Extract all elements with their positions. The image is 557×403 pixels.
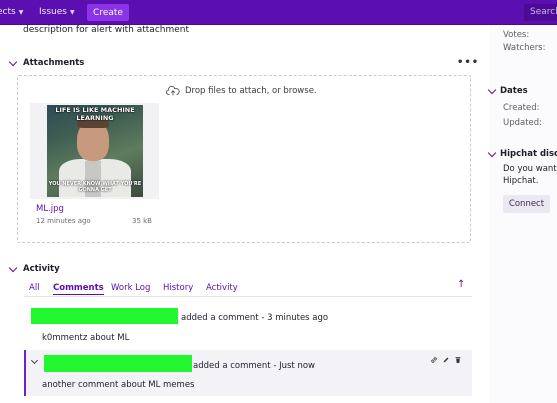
redacted-author-name bbox=[44, 355, 192, 372]
delete-icon[interactable] bbox=[454, 356, 462, 364]
updated-label: Updated: bbox=[503, 118, 543, 128]
activity-heading: Activity bbox=[23, 264, 60, 274]
nav-issues-menu[interactable]: Issues ▼ bbox=[39, 7, 75, 17]
cloud-upload-icon bbox=[166, 85, 180, 96]
attachment-age: 12 minutes ago bbox=[36, 217, 91, 225]
hipchat-heading: Hipchat discu bbox=[500, 149, 557, 159]
nav-projects-menu[interactable]: ects ▼ bbox=[0, 7, 23, 17]
attachment-size: 35 kB bbox=[132, 217, 152, 225]
meme-caption-bottom: YOU NEVER KNOW WHAT YOU'RE GONNA GET bbox=[48, 181, 142, 193]
top-navigation-bar: ects ▼ Issues ▼ Create Search bbox=[0, 0, 557, 25]
meme-image: LIFE IS LIKE MACHINE LEARNING YOU NEVER … bbox=[47, 105, 143, 197]
chevron-down-icon bbox=[487, 85, 497, 94]
hipchat-text-line2: Hipchat. bbox=[503, 176, 539, 186]
votes-label: Votes: bbox=[503, 30, 530, 40]
comment-body: another comment about ML memes bbox=[42, 380, 195, 390]
comment-header: added a comment - 3 minutes ago bbox=[181, 313, 329, 323]
comment-actions bbox=[430, 356, 462, 364]
chevron-down-icon bbox=[487, 148, 497, 157]
create-button[interactable]: Create bbox=[87, 4, 129, 21]
hipchat-text-line1: Do you want bbox=[503, 164, 557, 174]
chevron-down-icon bbox=[8, 57, 18, 66]
caret-down-icon: ▼ bbox=[18, 8, 24, 16]
dates-heading: Dates bbox=[500, 86, 528, 96]
connect-button[interactable]: Connect bbox=[503, 195, 550, 213]
tab-activity[interactable]: Activity bbox=[206, 283, 238, 293]
redacted-author-name bbox=[31, 308, 178, 324]
link-icon[interactable] bbox=[430, 356, 438, 364]
watchers-label: Watchers: bbox=[503, 43, 546, 53]
tab-work-log[interactable]: Work Log bbox=[111, 283, 150, 293]
issue-sidebar bbox=[489, 25, 557, 403]
dates-section-toggle[interactable]: Dates bbox=[487, 85, 528, 96]
attachments-more-button[interactable]: ••• bbox=[457, 57, 479, 68]
caret-down-icon: ▼ bbox=[69, 8, 75, 16]
comment-body: k0mmentz about ML bbox=[42, 333, 130, 343]
tab-history[interactable]: History bbox=[163, 283, 193, 293]
nav-projects-label: ects bbox=[0, 7, 16, 17]
attach-files-link[interactable]: Drop files to attach, or browse. bbox=[166, 85, 317, 96]
attachments-section-toggle[interactable]: Attachments bbox=[8, 57, 85, 68]
comment-header: added a comment - Just now bbox=[193, 361, 315, 371]
attachment-file-link[interactable]: ML.jpg bbox=[36, 204, 64, 214]
meme-caption-top: LIFE IS LIKE MACHINE LEARNING bbox=[55, 106, 135, 122]
thumbnail-frame: LIFE IS LIKE MACHINE LEARNING YOU NEVER … bbox=[30, 103, 159, 199]
hipchat-section-toggle[interactable]: Hipchat discu bbox=[487, 148, 557, 159]
tab-comments[interactable]: Comments bbox=[53, 283, 104, 295]
issue-description: description for alert with attachment bbox=[23, 25, 190, 35]
tab-all[interactable]: All bbox=[29, 283, 40, 293]
tabs-divider bbox=[24, 296, 472, 297]
sort-arrow-icon[interactable]: ↑ bbox=[457, 279, 465, 290]
created-label: Created: bbox=[503, 103, 540, 113]
edit-icon[interactable] bbox=[442, 356, 450, 364]
attachments-heading: Attachments bbox=[23, 58, 85, 68]
search-input[interactable]: Search bbox=[524, 4, 557, 21]
activity-section-toggle[interactable]: Activity bbox=[8, 263, 60, 274]
nav-issues-label: Issues bbox=[39, 7, 67, 17]
chevron-down-icon bbox=[8, 263, 18, 272]
drop-files-text: Drop files to attach, or browse. bbox=[185, 85, 317, 96]
